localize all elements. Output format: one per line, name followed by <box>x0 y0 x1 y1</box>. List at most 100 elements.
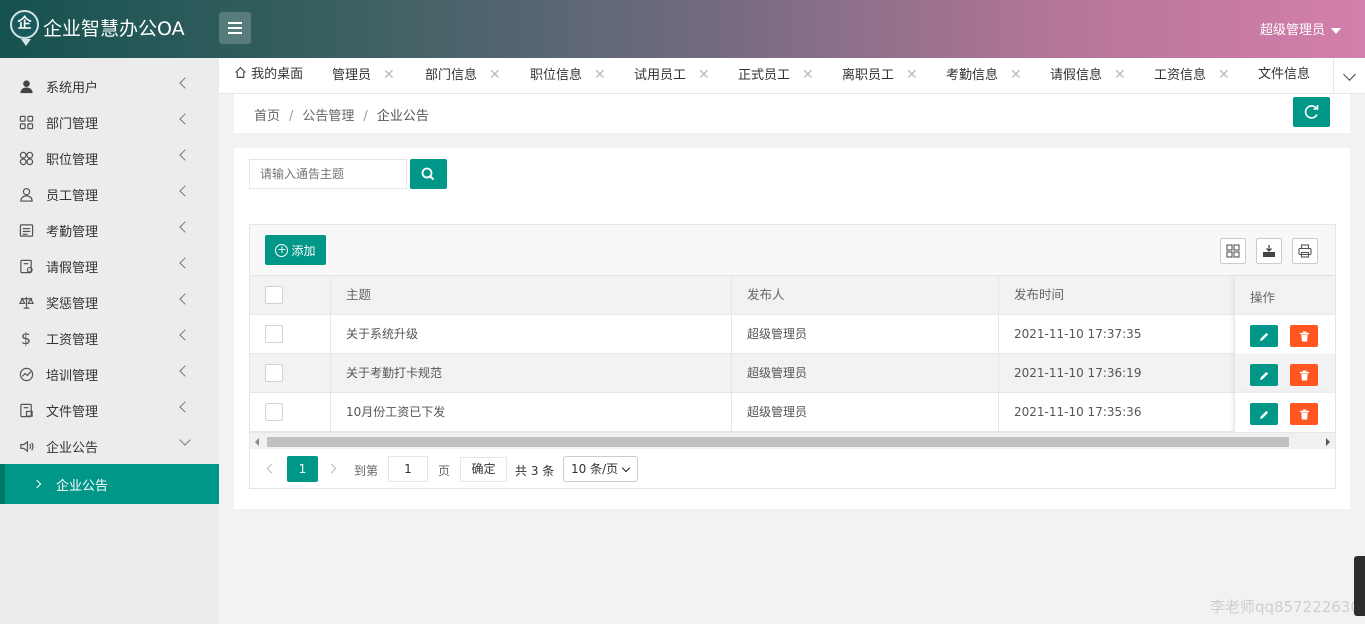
close-icon[interactable]: ✕ <box>1218 67 1230 83</box>
chevron-down-icon <box>1343 68 1356 81</box>
table-row: 10月份工资已下发 超级管理员 2021-11-10 17:35:36 <box>250 393 1335 432</box>
dollar-icon: $ <box>20 328 32 348</box>
chevron-left-icon <box>179 365 191 377</box>
delete-button[interactable] <box>1290 403 1318 425</box>
export-icon <box>1263 245 1275 257</box>
scrollbar-thumb[interactable] <box>267 437 1289 447</box>
sidebar-item-rewards[interactable]: 奖惩管理 <box>0 284 219 320</box>
scale-icon <box>18 294 34 310</box>
sidebar-item-files[interactable]: 文件管理 <box>0 392 219 428</box>
caret-down-icon <box>1331 27 1341 34</box>
horizontal-scrollbar[interactable] <box>250 432 1335 449</box>
next-page-icon[interactable] <box>326 463 337 474</box>
page-size-select[interactable]: 10 条/页 <box>563 456 638 482</box>
clover-icon <box>18 150 34 166</box>
person-icon <box>18 186 34 202</box>
close-icon[interactable]: ✕ <box>906 67 918 83</box>
goto-confirm-button[interactable]: 确定 <box>460 457 507 482</box>
breadcrumb-home[interactable]: 首页 <box>254 109 280 124</box>
row-checkbox[interactable] <box>265 325 283 343</box>
tab-resigned[interactable]: 离职员工 ✕ <box>842 58 918 94</box>
edit-button[interactable] <box>1250 403 1278 425</box>
add-button-label: 添加 <box>291 243 316 258</box>
tab-formal[interactable]: 正式员工 ✕ <box>738 58 814 94</box>
tab-departments[interactable]: 部门信息 ✕ <box>425 58 501 94</box>
sidebar-item-announcements[interactable]: 企业公告 <box>0 428 219 464</box>
goto-page-input[interactable]: 1 <box>388 456 428 482</box>
row-title: 关于考勤打卡规范 <box>331 354 732 393</box>
prev-page-icon[interactable] <box>266 463 277 474</box>
refresh-button[interactable] <box>1293 97 1330 127</box>
tab-probation[interactable]: 试用员工 ✕ <box>634 58 710 94</box>
chevron-left-icon <box>179 149 191 161</box>
scroll-right-arrow-icon[interactable] <box>1326 438 1330 446</box>
total-count: 共 3 条 <box>515 464 555 478</box>
pencil-icon <box>1259 332 1268 341</box>
sidebar-item-attendance[interactable]: 考勤管理 <box>0 212 219 248</box>
scroll-left-arrow-icon[interactable] <box>255 438 259 446</box>
sidebar-item-employees[interactable]: 员工管理 <box>0 176 219 212</box>
tab-salary[interactable]: 工资信息 ✕ <box>1154 58 1230 94</box>
refresh-icon <box>1304 105 1319 119</box>
table-row: 关于系统升级 超级管理员 2021-11-10 17:37:35 <box>250 315 1335 354</box>
close-icon[interactable]: ✕ <box>594 67 606 83</box>
search-input[interactable] <box>249 159 407 189</box>
select-all-checkbox[interactable] <box>265 286 283 304</box>
tab-admins[interactable]: 管理员 ✕ <box>332 58 395 94</box>
tab-files[interactable]: 文件信息 <box>1258 58 1310 94</box>
sidebar-item-label: 系统用户 <box>46 80 99 96</box>
menu-toggle-button[interactable] <box>219 12 251 44</box>
user-menu[interactable]: 超级管理员 <box>1260 19 1341 38</box>
tab-leave[interactable]: 请假信息 ✕ <box>1050 58 1126 94</box>
page-unit-label: 页 <box>438 464 451 478</box>
columns-icon <box>1226 244 1240 258</box>
close-icon[interactable]: ✕ <box>802 67 814 83</box>
sidebar-item-departments[interactable]: 部门管理 <box>0 104 219 140</box>
columns-filter-button[interactable] <box>1220 238 1246 264</box>
row-checkbox[interactable] <box>265 364 283 382</box>
sidebar-subitem-announcements[interactable]: 企业公告 <box>0 464 219 504</box>
tab-positions[interactable]: 职位信息 ✕ <box>530 58 606 94</box>
file-icon <box>18 402 34 418</box>
tab-my-desktop[interactable]: 我的桌面 <box>234 58 303 94</box>
delete-button[interactable] <box>1290 364 1318 386</box>
search-icon <box>421 167 435 181</box>
close-icon[interactable]: ✕ <box>698 67 710 83</box>
trash-icon <box>1299 408 1309 420</box>
chevron-left-icon <box>179 293 191 305</box>
tab-more-button[interactable] <box>1333 58 1365 94</box>
tab-attendance[interactable]: 考勤信息 ✕ <box>946 58 1022 94</box>
edit-button[interactable] <box>1250 364 1278 386</box>
sidebar-item-leave[interactable]: 请假管理 <box>0 248 219 284</box>
chevron-left-icon <box>179 221 191 233</box>
row-checkbox[interactable] <box>265 403 283 421</box>
user-name: 超级管理员 <box>1259 23 1325 38</box>
close-icon[interactable]: ✕ <box>489 67 501 83</box>
sidebar-item-label: 请假管理 <box>46 260 99 276</box>
edit-button[interactable] <box>1250 325 1278 347</box>
close-icon[interactable]: ✕ <box>383 67 395 83</box>
grid-icon <box>18 114 34 130</box>
tab-label: 职位信息 <box>530 68 583 83</box>
current-page[interactable]: 1 <box>287 456 318 482</box>
sidebar-subitem-label: 企业公告 <box>56 478 109 494</box>
delete-button[interactable] <box>1290 325 1318 347</box>
close-icon[interactable]: ✕ <box>1010 67 1022 83</box>
sidebar-item-salary[interactable]: $ 工资管理 <box>0 320 219 356</box>
print-button[interactable] <box>1292 238 1318 264</box>
breadcrumb-section[interactable]: 公告管理 <box>302 109 354 124</box>
column-header-publisher: 发布人 <box>732 276 999 315</box>
floating-widget[interactable] <box>1354 556 1365 616</box>
add-button[interactable]: + 添加 <box>265 235 326 265</box>
sidebar-item-training[interactable]: 培训管理 <box>0 356 219 392</box>
logo-icon: 企 <box>10 10 39 46</box>
search-button[interactable] <box>410 159 447 189</box>
export-button[interactable] <box>1256 238 1282 264</box>
close-icon[interactable]: ✕ <box>1114 67 1126 83</box>
goto-label: 到第 <box>354 464 379 478</box>
chevron-left-icon <box>179 257 191 269</box>
sidebar-item-positions[interactable]: 职位管理 <box>0 140 219 176</box>
sidebar-item-system-users[interactable]: 系统用户 <box>0 68 219 104</box>
table-row: 关于考勤打卡规范 超级管理员 2021-11-10 17:36:19 <box>250 354 1335 393</box>
user-icon <box>18 78 34 94</box>
